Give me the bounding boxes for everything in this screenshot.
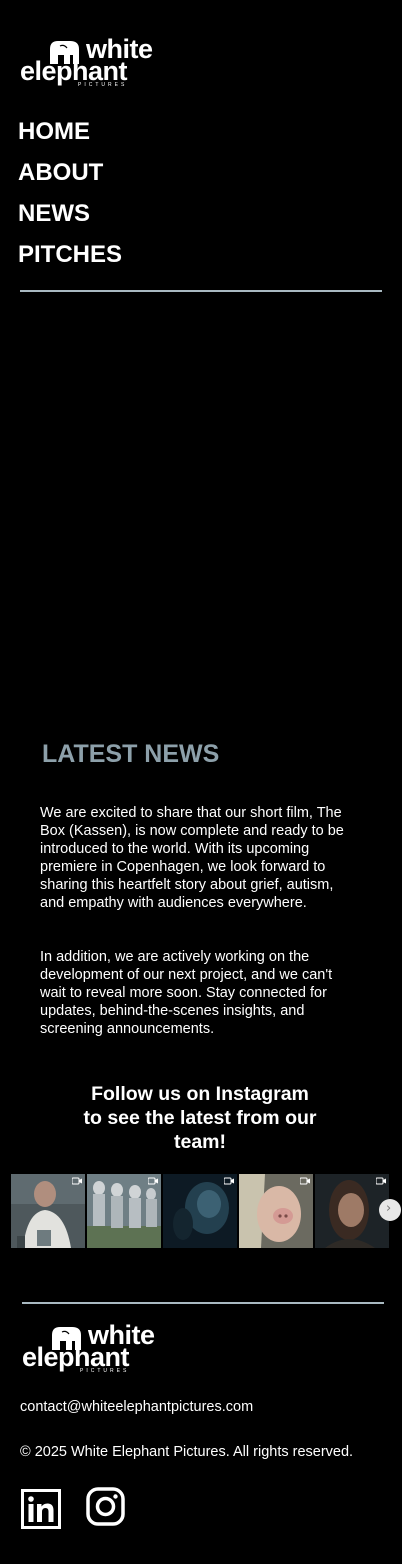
instagram-post-thumbnail (239, 1174, 313, 1248)
video-icon (148, 1177, 158, 1185)
nav-item-news[interactable]: NEWS (18, 202, 90, 226)
instagram-feed (11, 1174, 392, 1248)
instagram-post-thumbnail (315, 1174, 389, 1248)
instagram-post-thumbnail (11, 1174, 85, 1248)
footer-divider (22, 1302, 384, 1304)
news-paragraph: We are excited to share that our short f… (40, 805, 344, 911)
video-icon (376, 1177, 386, 1185)
instagram-post[interactable] (315, 1174, 389, 1248)
linkedin-link[interactable] (20, 1488, 62, 1530)
contact-email-link[interactable]: contact@whiteelephantpictures.com (20, 1400, 253, 1415)
nav-item-home[interactable]: HOME (18, 120, 90, 144)
instagram-post-thumbnail (163, 1174, 237, 1248)
instagram-post[interactable] (163, 1174, 237, 1248)
footer-logo[interactable]: white elephant PICTURES (22, 1322, 172, 1376)
linkedin-icon (21, 1489, 61, 1529)
instagram-icon (86, 1487, 125, 1526)
chevron-right-icon: › (386, 1201, 392, 1216)
video-icon (72, 1177, 82, 1185)
logo-word-elephant: elephant (20, 56, 128, 86)
copyright-text: © 2025 White Elephant Pictures. All righ… (20, 1444, 354, 1460)
header-logo[interactable]: white elephant PICTURES (20, 36, 170, 90)
logo-word-elephant: elephant (22, 1342, 130, 1372)
latest-news-title: LATEST NEWS (42, 740, 220, 768)
carousel-next-button[interactable]: › (379, 1199, 401, 1221)
instagram-link[interactable] (85, 1486, 127, 1528)
instagram-heading: Follow us on Instagram to see the latest… (83, 1083, 317, 1153)
instagram-post[interactable] (11, 1174, 85, 1248)
news-paragraph: In addition, we are actively working on … (40, 949, 333, 1037)
instagram-post-thumbnail (87, 1174, 161, 1248)
video-icon (300, 1177, 310, 1185)
instagram-post[interactable] (239, 1174, 313, 1248)
instagram-post[interactable] (87, 1174, 161, 1248)
logo-word-pictures: PICTURES (78, 82, 128, 88)
header-divider (20, 290, 382, 292)
video-icon (224, 1177, 234, 1185)
nav-item-about[interactable]: ABOUT (18, 161, 103, 185)
nav-item-pitches[interactable]: PITCHES (18, 243, 122, 267)
logo-word-pictures: PICTURES (80, 1368, 130, 1374)
